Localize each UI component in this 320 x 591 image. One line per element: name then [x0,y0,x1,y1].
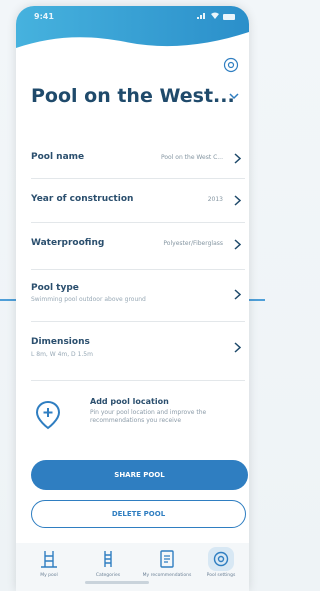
gear-icon [213,551,229,567]
share-pool-button[interactable]: SHARE POOL [31,460,248,490]
row-pool-type[interactable]: Pool type Swimming pool outdoor above gr… [31,270,245,322]
status-icons [197,12,235,21]
row-pool-name[interactable]: Pool name Pool on the West C... [31,138,245,179]
document-icon [160,550,174,568]
delete-pool-button[interactable]: DELETE POOL [31,500,246,528]
status-time: 9:41 [34,12,54,21]
chevron-right-icon [234,153,241,164]
chevron-right-icon [234,289,241,300]
battery-icon [223,13,235,20]
row-value: Pool on the West C... [160,154,223,161]
tab-my-pool[interactable]: My pool [24,547,74,591]
row-subtitle: L 8m, W 4m, D 1.5m [31,351,93,358]
wifi-icon [211,12,219,21]
phone-screen: 9:41 Pool on the West... Pool name Pool … [16,6,249,591]
row-waterproofing[interactable]: Waterproofing Polyester/Fiberglass [31,223,245,270]
pool-ladder-icon [41,551,57,568]
chevron-right-icon [234,239,241,250]
tab-label: My pool [40,573,58,578]
row-dimensions[interactable]: Dimensions L 8m, W 4m, D 1.5m [31,322,245,381]
row-label: Pool type [31,283,79,293]
tab-pool-settings[interactable]: Pool settings [196,547,246,591]
settings-icon[interactable] [223,57,239,73]
row-label: Year of construction [31,194,134,204]
row-label: Waterproofing [31,238,105,248]
chevron-down-icon[interactable] [227,91,241,101]
ladder-icon [104,551,112,567]
tab-label: My recommendations [142,573,192,578]
row-value: Polyester/Fiberglass [163,240,223,247]
chevron-right-icon [234,342,241,353]
row-value: 2013 [207,196,223,203]
tab-my-recommendations[interactable]: My recommendations [142,547,192,591]
tab-categories[interactable]: Categories [83,547,133,591]
row-label: Pool name [31,152,85,162]
row-label: Dimensions [31,337,90,347]
tab-label: Categories [95,573,121,578]
row-subtitle: Swimming pool outdoor above ground [31,296,146,303]
location-description: Pin your pool location and improve the r… [90,409,207,424]
location-pin-icon [35,400,61,430]
location-title: Add pool location [90,397,169,406]
add-location-item[interactable]: Add pool location Pin your pool location… [31,390,245,440]
page-title: Pool on the West... [31,85,235,107]
home-indicator [85,581,149,584]
signal-icon [197,12,207,21]
tab-label: Pool settings [206,573,236,578]
row-year-of-construction[interactable]: Year of construction 2013 [31,179,245,223]
chevron-right-icon [234,195,241,206]
